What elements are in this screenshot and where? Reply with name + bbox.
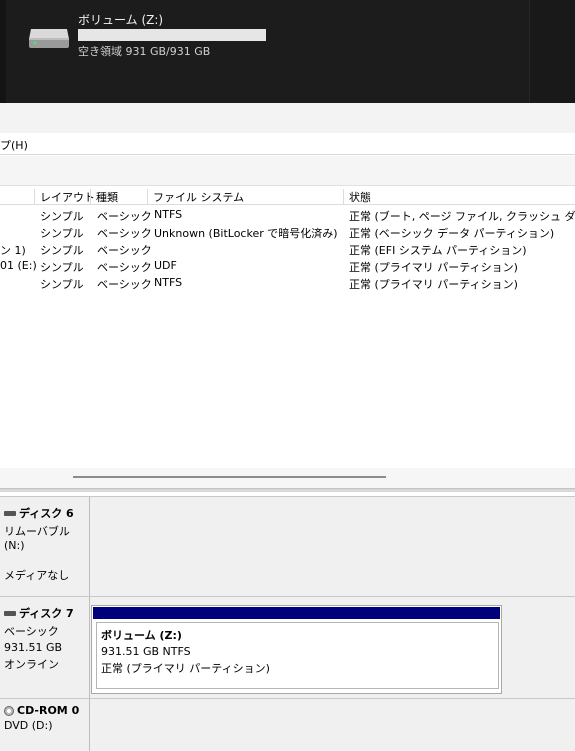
cdrom-0-area	[91, 699, 575, 751]
disk-6-label[interactable]: ディスク 6 リムーバブル (N:) メディアなし	[0, 497, 90, 596]
scrollbar-thumb[interactable]	[73, 476, 386, 478]
disk-7-type: ベーシック	[4, 625, 59, 638]
column-header-layout[interactable]: レイアウト	[34, 189, 95, 204]
type-cell: ベーシック	[97, 210, 152, 223]
status-cell: 正常 (ブート, ページ ファイル, クラッシュ ダンプ, ベー	[349, 210, 575, 223]
status-cell: 正常 (EFI システム パーティション)	[349, 244, 527, 257]
explorer-left-edge	[0, 0, 6, 103]
partition-details[interactable]: ボリューム (Z:) 931.51 GB NTFS 正常 (プライマリ パーティ…	[96, 622, 499, 689]
cdrom-0-label[interactable]: CD-ROM 0 DVD (D:)	[0, 699, 90, 751]
partition-size: 931.51 GB NTFS	[101, 645, 191, 658]
layout-cell: シンプル	[40, 261, 84, 274]
volume-list: シンプル ベーシック NTFS 正常 (ブート, ページ ファイル, クラッシュ…	[0, 206, 575, 468]
table-row[interactable]: ン 1) シンプル ベーシック 正常 (EFI システム パーティション)	[0, 241, 575, 258]
drive-name[interactable]: ボリューム (Z:)	[78, 11, 163, 28]
explorer-strip: ボリューム (Z:) 空き領域 931 GB/931 GB	[0, 0, 575, 103]
table-row[interactable]: シンプル ベーシック NTFS 正常 (ブート, ページ ファイル, クラッシュ…	[0, 207, 575, 224]
disk-6-title: ディスク 6	[19, 507, 74, 520]
layout-cell: シンプル	[40, 227, 84, 240]
filesystem-cell: NTFS	[154, 276, 183, 289]
disk-6-area	[91, 497, 575, 596]
partition-status: 正常 (プライマリ パーティション)	[101, 662, 270, 675]
menu-bar: プ(H)	[0, 133, 575, 155]
partition-header-band	[93, 607, 500, 619]
drive-usage-bar	[78, 29, 266, 41]
column-header-filesystem[interactable]: ファイル システム	[147, 189, 343, 204]
cdrom-0-title: CD-ROM 0	[17, 704, 80, 717]
horizontal-scrollbar[interactable]	[0, 468, 575, 488]
window-title-area	[0, 103, 575, 133]
disk-icon	[4, 510, 16, 516]
disk-7-size: 931.51 GB	[4, 641, 63, 654]
hard-drive-icon[interactable]	[27, 25, 71, 49]
layout-cell: シンプル	[40, 210, 84, 223]
filesystem-cell: UDF	[154, 259, 177, 272]
column-header-type[interactable]: 種類	[90, 189, 147, 204]
type-cell: ベーシック	[97, 227, 152, 240]
disk-6-media: メディアなし	[4, 569, 70, 582]
table-row[interactable]: 01 (E:) シンプル ベーシック UDF 正常 (プライマリ パーティション…	[0, 258, 575, 275]
cdrom-0-drive: DVD (D:)	[4, 719, 53, 732]
layout-cell: シンプル	[40, 244, 84, 257]
menu-help[interactable]: プ(H)	[0, 137, 28, 153]
type-cell: ベーシック	[97, 244, 152, 257]
status-cell: 正常 (プライマリ パーティション)	[349, 278, 518, 291]
disk-6-row[interactable]: ディスク 6 リムーバブル (N:) メディアなし	[0, 496, 575, 596]
cdrom-0-row[interactable]: CD-ROM 0 DVD (D:)	[0, 698, 575, 751]
type-cell: ベーシック	[97, 261, 152, 274]
table-row[interactable]: シンプル ベーシック Unknown (BitLocker で暗号化済み) 正常…	[0, 224, 575, 241]
column-header-status[interactable]: 状態	[343, 189, 575, 204]
volume-name-cell: ン 1)	[0, 244, 26, 257]
disk-7-state: オンライン	[4, 658, 59, 671]
layout-cell: シンプル	[40, 278, 84, 291]
filesystem-cell: NTFS	[154, 208, 183, 221]
disk-icon	[4, 610, 16, 616]
partition-name: ボリューム (Z:)	[101, 629, 182, 642]
status-cell: 正常 (ベーシック データ パーティション)	[349, 227, 555, 240]
cd-icon	[4, 705, 14, 716]
drive-free-space: 空き領域 931 GB/931 GB	[78, 45, 211, 58]
status-cell: 正常 (プライマリ パーティション)	[349, 261, 518, 274]
disk-6-type: リムーバブル (N:)	[4, 525, 70, 552]
toolbar	[0, 156, 575, 186]
type-cell: ベーシック	[97, 278, 152, 291]
explorer-right-panel	[529, 0, 575, 103]
disk-7-title: ディスク 7	[19, 607, 74, 620]
pane-splitter[interactable]	[0, 488, 575, 492]
filesystem-cell: Unknown (BitLocker で暗号化済み)	[154, 227, 338, 240]
volume-name-cell: 01 (E:)	[0, 259, 37, 272]
disk-7-label[interactable]: ディスク 7 ベーシック 931.51 GB オンライン	[0, 597, 90, 698]
partition-z[interactable]: ボリューム (Z:) 931.51 GB NTFS 正常 (プライマリ パーティ…	[91, 605, 502, 694]
table-row[interactable]: シンプル ベーシック NTFS 正常 (プライマリ パーティション)	[0, 275, 575, 292]
volume-list-header: レイアウト 種類 ファイル システム 状態	[0, 187, 575, 205]
